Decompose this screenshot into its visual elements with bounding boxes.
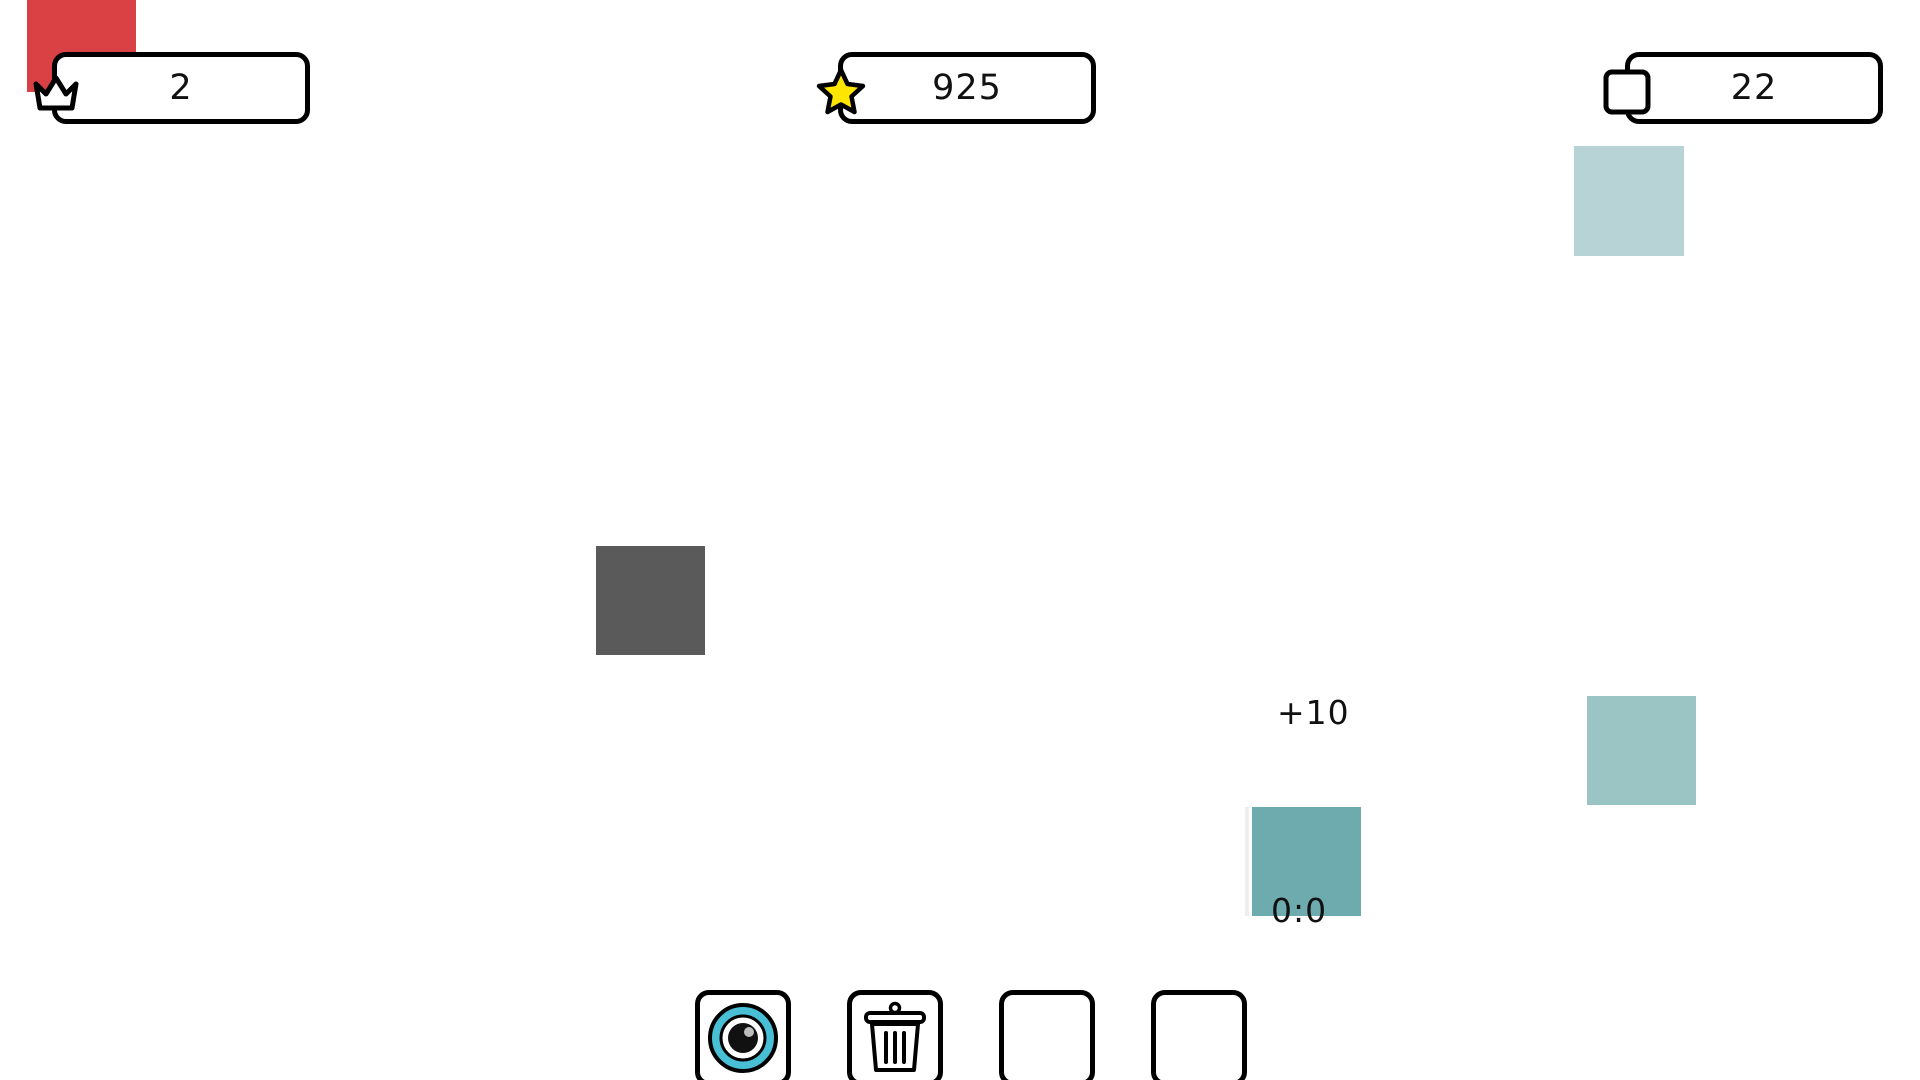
score-counter: 925: [838, 52, 1096, 124]
eye-button[interactable]: [695, 990, 791, 1080]
teal-tile-shadow: [1245, 807, 1249, 916]
blocks-value: 22: [1730, 68, 1778, 108]
empty-slot-1[interactable]: [999, 990, 1095, 1080]
eye-icon: [706, 1001, 780, 1075]
trash-icon: [859, 1000, 931, 1076]
timer-label: 0:0: [1271, 891, 1328, 930]
crown-icon: [30, 70, 82, 116]
empty-slot-2[interactable]: [1151, 990, 1247, 1080]
star-icon: [814, 66, 868, 118]
mid-tile[interactable]: [1587, 696, 1696, 805]
score-value: 925: [932, 68, 1002, 108]
level-value: 2: [169, 68, 193, 108]
trash-button[interactable]: [847, 990, 943, 1080]
blocks-counter: 22: [1625, 52, 1883, 124]
square-icon: [1602, 68, 1652, 116]
bonus-popup: +10: [1277, 693, 1350, 732]
dark-tile[interactable]: [596, 546, 705, 655]
game-stage: 2 925 22 +10 0:0: [0, 0, 1920, 1080]
pale-tile[interactable]: [1574, 146, 1684, 256]
level-counter: 2: [52, 52, 310, 124]
